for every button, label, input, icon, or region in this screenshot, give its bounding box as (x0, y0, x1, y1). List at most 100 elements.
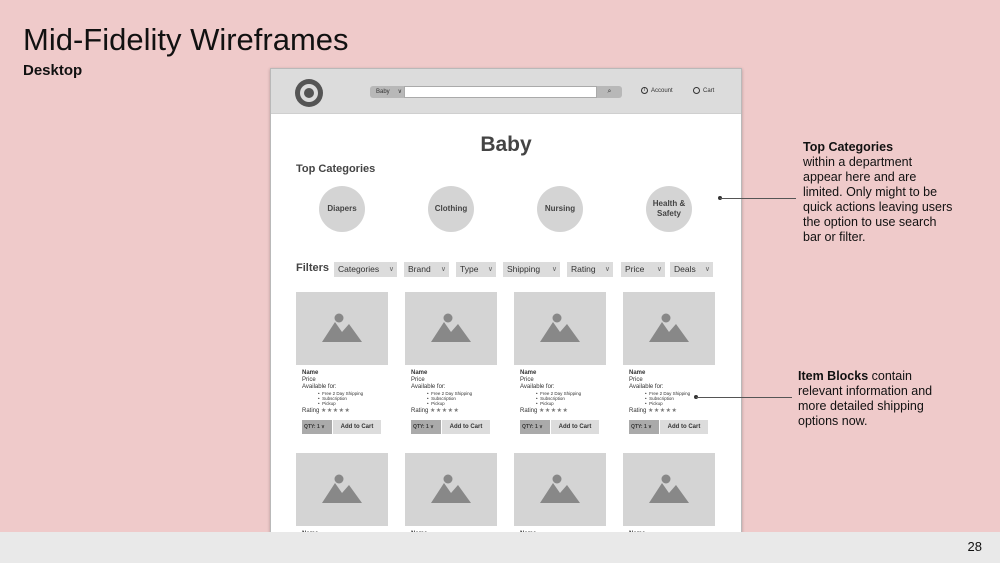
shipping-option: • Pickup (645, 401, 663, 406)
filter-deals[interactable]: Deals ∨ (670, 262, 713, 277)
shipping-option: • Pickup (536, 401, 554, 406)
product-name[interactable]: Name (302, 370, 388, 377)
add-to-cart-button[interactable]: Add to Cart (442, 420, 490, 434)
annotation-item-blocks: Item Blocks contain relevant information… (798, 369, 933, 428)
add-to-cart-button[interactable]: Add to Cart (333, 420, 381, 434)
category-diapers[interactable]: Diapers (319, 186, 365, 232)
product-price: Price (520, 377, 534, 383)
product-image[interactable] (623, 292, 715, 365)
cart-icon (693, 87, 700, 94)
chevron-down-icon: ∨ (551, 266, 557, 273)
available-for-label: Available for: (629, 384, 664, 390)
shipping-option: • Pickup (318, 401, 336, 406)
star-rating-icon: ★★★★★ (430, 408, 460, 414)
chevron-down-icon: ∨ (704, 266, 710, 273)
filter-categories[interactable]: Categories ∨ (334, 262, 397, 277)
product-image[interactable] (514, 453, 606, 526)
available-for-label: Available for: (411, 384, 446, 390)
image-placeholder-icon (322, 313, 362, 342)
annotation-top-categories: Top Categories within a department appear… (803, 140, 953, 244)
category-clothing[interactable]: Clothing (428, 186, 474, 232)
product-name[interactable]: Name (629, 370, 715, 377)
filter-price[interactable]: Price ∨ (621, 262, 665, 277)
image-placeholder-icon (540, 474, 580, 503)
star-rating-icon: ★★★★★ (648, 408, 678, 414)
image-placeholder-icon (540, 313, 580, 342)
quantity-select[interactable]: QTY: 1 ∨ (520, 420, 550, 434)
product-card[interactable]: Name Price Available for: • Free 2 Day Ship… (514, 292, 606, 440)
product-card[interactable]: Name (296, 453, 388, 539)
target-logo-icon[interactable] (295, 79, 323, 107)
product-info: Name Price Available for: • Free 2 Day Ship… (411, 370, 497, 415)
image-placeholder-icon (322, 474, 362, 503)
product-image[interactable] (296, 453, 388, 526)
slide-title: Mid-Fidelity Wireframes (23, 22, 349, 57)
account-link[interactable]: i Account (641, 87, 673, 94)
star-rating-icon: ★★★★★ (321, 408, 351, 414)
product-rating: Rating ★★★★★ (629, 408, 678, 414)
product-image[interactable] (405, 292, 497, 365)
product-price: Price (302, 377, 316, 383)
chevron-down-icon: ∨ (648, 424, 652, 430)
product-card[interactable]: Name Price Available for: • Free 2 Day Ship… (296, 292, 388, 440)
product-info: Name Price Available for: • Free 2 Day Ship… (629, 370, 715, 415)
shipping-option: • Pickup (427, 401, 445, 406)
product-card[interactable]: Name (623, 453, 715, 539)
add-to-cart-button[interactable]: Add to Cart (660, 420, 708, 434)
filter-brand[interactable]: Brand ∨ (404, 262, 449, 277)
annotation-line (720, 198, 796, 199)
category-health-safety[interactable]: Health & Safety (646, 186, 692, 232)
chevron-down-icon: ∨ (487, 266, 493, 273)
product-image[interactable] (296, 292, 388, 365)
product-image[interactable] (405, 453, 497, 526)
search-bar: Baby ∨ ⌕ (370, 86, 622, 98)
footer-band (0, 532, 1000, 563)
image-placeholder-icon (431, 313, 471, 342)
chevron-down-icon: ∨ (604, 266, 610, 273)
product-name[interactable]: Name (520, 370, 606, 377)
quantity-select[interactable]: QTY: 1 ∨ (302, 420, 332, 434)
search-input[interactable] (404, 86, 597, 98)
image-placeholder-icon (431, 474, 471, 503)
product-price: Price (411, 377, 425, 383)
chevron-down-icon: ∨ (440, 266, 446, 273)
search-category-select[interactable]: Baby ∨ (370, 86, 404, 98)
quantity-select[interactable]: QTY: 1 ∨ (411, 420, 441, 434)
chevron-down-icon: ∨ (430, 424, 434, 430)
product-image[interactable] (623, 453, 715, 526)
product-card[interactable]: Name (514, 453, 606, 539)
annotation-line (696, 397, 792, 398)
image-placeholder-icon (649, 313, 689, 342)
top-nav-bar: Baby ∨ ⌕ i Account Cart (271, 69, 741, 114)
filter-type[interactable]: Type ∨ (456, 262, 496, 277)
chevron-down-icon: ∨ (388, 266, 394, 273)
filter-shipping[interactable]: Shipping ∨ (503, 262, 560, 277)
add-to-cart-button[interactable]: Add to Cart (551, 420, 599, 434)
product-card[interactable]: Name (405, 453, 497, 539)
chevron-down-icon: ∨ (397, 89, 402, 95)
page-number: 28 (967, 539, 982, 554)
product-image[interactable] (514, 292, 606, 365)
available-for-label: Available for: (520, 384, 555, 390)
image-placeholder-icon (649, 474, 689, 503)
top-categories-heading: Top Categories (296, 163, 376, 175)
product-info: Name Price Available for: • Free 2 Day Ship… (520, 370, 606, 415)
slide-subtitle: Desktop (23, 62, 83, 79)
cart-link[interactable]: Cart (693, 87, 714, 94)
available-for-label: Available for: (302, 384, 337, 390)
search-button[interactable]: ⌕ (597, 86, 622, 98)
product-card[interactable]: Name Price Available for: • Free 2 Day Ship… (623, 292, 715, 440)
wireframe-page: Baby ∨ ⌕ i Account Cart Baby Top Categorie… (270, 68, 742, 540)
category-nursing[interactable]: Nursing (537, 186, 583, 232)
product-name[interactable]: Name (411, 370, 497, 377)
department-title: Baby (480, 133, 532, 156)
product-rating: Rating ★★★★★ (520, 408, 569, 414)
chevron-down-icon: ∨ (321, 424, 325, 430)
product-price: Price (629, 377, 643, 383)
account-icon: i (641, 87, 648, 94)
search-icon: ⌕ (607, 88, 612, 95)
filter-rating[interactable]: Rating ∨ (567, 262, 613, 277)
quantity-select[interactable]: QTY: 1 ∨ (629, 420, 659, 434)
product-card[interactable]: Name Price Available for: • Free 2 Day Ship… (405, 292, 497, 440)
product-rating: Rating ★★★★★ (302, 408, 351, 414)
